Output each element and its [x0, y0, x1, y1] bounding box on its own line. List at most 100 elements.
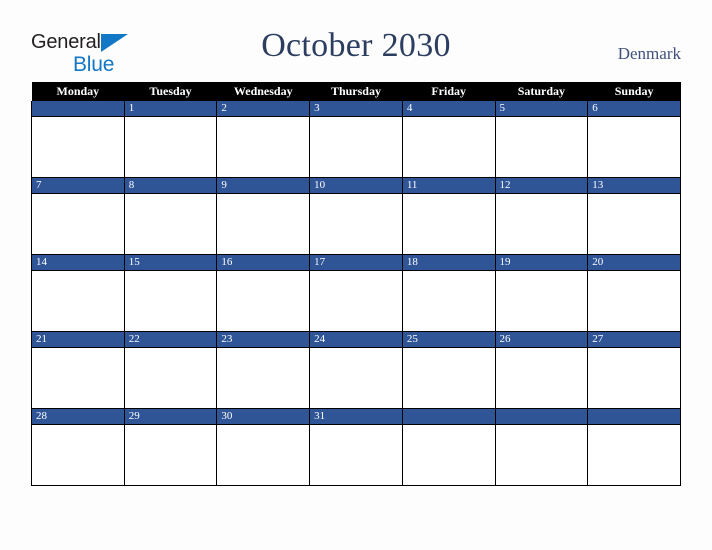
day-number: 27 [588, 332, 680, 348]
weekday-header-sunday: Sunday [587, 82, 681, 101]
day-cell[interactable]: 30 [216, 408, 311, 486]
day-number [588, 409, 680, 425]
day-events-area[interactable] [32, 348, 124, 408]
day-events-area[interactable] [402, 194, 495, 254]
page-title: October 2030 [261, 27, 451, 64]
day-cell[interactable]: 6 [587, 101, 681, 178]
day-cell[interactable]: 1 [123, 101, 218, 178]
day-events-area[interactable] [32, 425, 124, 485]
day-cell[interactable] [587, 408, 681, 486]
day-cell[interactable]: 27 [587, 331, 681, 409]
day-events-area[interactable] [402, 271, 495, 331]
day-events-area[interactable] [310, 117, 402, 177]
day-number: 11 [402, 178, 495, 194]
calendar-week-row: 21 22 23 24 25 26 27 [31, 331, 681, 409]
day-cell[interactable]: 3 [309, 101, 403, 178]
day-cell[interactable]: 10 [309, 177, 403, 255]
day-cell[interactable]: 2 [216, 101, 311, 178]
calendar-week-row: 28 29 30 31 [31, 408, 681, 486]
day-number: 19 [495, 255, 588, 271]
day-events-area[interactable] [32, 271, 124, 331]
day-number: 3 [310, 101, 402, 117]
day-events-area[interactable] [495, 194, 588, 254]
day-events-area[interactable] [310, 194, 402, 254]
day-cell[interactable]: 29 [123, 408, 218, 486]
day-number: 5 [495, 101, 588, 117]
day-events-area[interactable] [495, 271, 588, 331]
day-cell[interactable]: 4 [401, 101, 496, 178]
day-events-area[interactable] [588, 194, 680, 254]
day-events-area[interactable] [217, 348, 310, 408]
day-cell[interactable]: 20 [587, 254, 681, 332]
day-cell[interactable]: 13 [587, 177, 681, 255]
day-cell[interactable]: 23 [216, 331, 311, 409]
day-cell[interactable]: 17 [309, 254, 403, 332]
day-events-area[interactable] [32, 117, 124, 177]
day-number: 4 [402, 101, 495, 117]
day-number [32, 101, 124, 117]
weekday-header-saturday: Saturday [495, 82, 588, 101]
day-cell[interactable]: 8 [123, 177, 218, 255]
day-events-area[interactable] [402, 117, 495, 177]
day-events-area[interactable] [588, 117, 680, 177]
day-number: 28 [32, 409, 124, 425]
day-cell[interactable]: 15 [123, 254, 218, 332]
day-number: 2 [217, 101, 310, 117]
day-events-area[interactable] [217, 271, 310, 331]
day-cell[interactable]: 26 [494, 331, 589, 409]
day-cell[interactable]: 22 [123, 331, 218, 409]
day-events-area[interactable] [217, 425, 310, 485]
day-events-area[interactable] [124, 117, 217, 177]
day-cell[interactable]: 19 [494, 254, 589, 332]
day-cell[interactable]: 24 [309, 331, 403, 409]
day-events-area[interactable] [124, 348, 217, 408]
day-events-area[interactable] [124, 425, 217, 485]
day-events-area[interactable] [495, 425, 588, 485]
day-events-area[interactable] [217, 194, 310, 254]
day-cell[interactable]: 11 [401, 177, 496, 255]
day-number: 1 [124, 101, 217, 117]
day-cell[interactable]: 5 [494, 101, 589, 178]
day-events-area[interactable] [310, 271, 402, 331]
day-events-area[interactable] [32, 194, 124, 254]
day-events-area[interactable] [124, 194, 217, 254]
day-cell[interactable]: 31 [309, 408, 403, 486]
calendar-week-row: 1 2 3 4 5 6 [31, 101, 681, 178]
day-cell[interactable]: 9 [216, 177, 311, 255]
day-cell[interactable]: 28 [31, 408, 125, 486]
day-number: 14 [32, 255, 124, 271]
day-cell[interactable]: 14 [31, 254, 125, 332]
day-cell[interactable]: 16 [216, 254, 311, 332]
day-events-area[interactable] [402, 425, 495, 485]
day-number: 25 [402, 332, 495, 348]
day-number: 10 [310, 178, 402, 194]
day-cell[interactable]: 21 [31, 331, 125, 409]
day-number: 31 [310, 409, 402, 425]
day-cell[interactable]: 7 [31, 177, 125, 255]
day-number: 30 [217, 409, 310, 425]
weekday-header-tuesday: Tuesday [124, 82, 217, 101]
day-cell[interactable] [31, 101, 125, 178]
day-events-area[interactable] [495, 348, 588, 408]
day-number: 16 [217, 255, 310, 271]
day-number: 22 [124, 332, 217, 348]
day-number: 26 [495, 332, 588, 348]
day-events-area[interactable] [310, 425, 402, 485]
day-number [495, 409, 588, 425]
day-events-area[interactable] [402, 348, 495, 408]
day-cell[interactable] [401, 408, 496, 486]
day-cell[interactable]: 18 [401, 254, 496, 332]
day-cell[interactable]: 25 [401, 331, 496, 409]
weekday-header-monday: Monday [31, 82, 125, 101]
day-events-area[interactable] [310, 348, 402, 408]
day-number: 21 [32, 332, 124, 348]
day-events-area[interactable] [124, 271, 217, 331]
day-events-area[interactable] [588, 425, 680, 485]
calendar-body: 1 2 3 4 5 6 7 8 9 10 11 12 13 14 15 16 1… [31, 101, 681, 486]
day-cell[interactable] [494, 408, 589, 486]
day-events-area[interactable] [588, 348, 680, 408]
day-events-area[interactable] [588, 271, 680, 331]
day-cell[interactable]: 12 [494, 177, 589, 255]
day-events-area[interactable] [217, 117, 310, 177]
day-events-area[interactable] [495, 117, 588, 177]
